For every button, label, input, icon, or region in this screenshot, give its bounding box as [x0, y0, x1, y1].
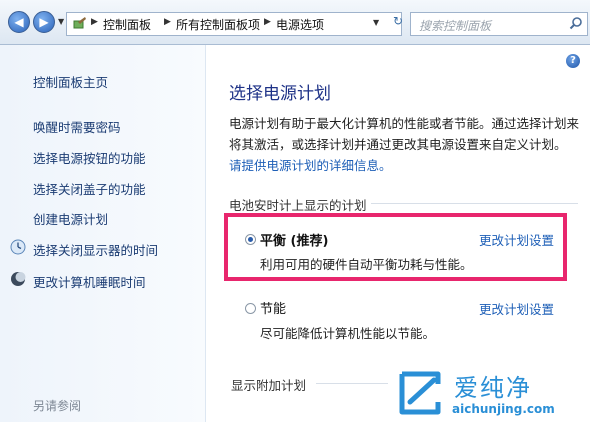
plan-balanced-radio[interactable]	[245, 234, 256, 245]
breadcrumb-power-options[interactable]: 电源选项	[276, 16, 324, 33]
breadcrumb-separator[interactable]: ▶	[91, 17, 98, 27]
search-icon[interactable]	[569, 16, 583, 30]
page-title: 选择电源计划	[229, 84, 331, 104]
see-also-heading: 另请参阅	[33, 399, 82, 413]
plan-power-saver-description: 尽可能降低计算机性能以节能。	[260, 326, 436, 341]
sidebar-item-power-button[interactable]: 选择电源按钮的功能	[33, 148, 146, 167]
divider	[316, 383, 388, 384]
breadcrumb-separator[interactable]: ▶	[264, 17, 271, 27]
plan-power-saver-settings-link[interactable]: 更改计划设置	[479, 299, 554, 318]
watermark-text: 爱纯净	[454, 374, 532, 402]
plan-balanced-description: 利用可用的硬件自动平衡功耗与性能。	[260, 257, 473, 272]
plan-power-saver-name[interactable]: 节能	[260, 298, 286, 317]
sleep-moon-icon	[11, 272, 26, 286]
sidebar-item-create-plan[interactable]: 创建电源计划	[33, 209, 108, 228]
back-button[interactable]: ◀	[8, 11, 30, 33]
address-dropdown-icon[interactable]: ▼	[373, 18, 379, 27]
battery-plans-heading: 电池安时计上显示的计划	[229, 198, 367, 213]
recent-pages-dropdown-icon[interactable]: ▼	[58, 17, 64, 26]
help-icon[interactable]: ?	[566, 54, 580, 68]
sidebar: 控制面板主页 唤醒时需要密码 选择电源按钮的功能 选择关闭盖子的功能 创建电源计…	[0, 45, 206, 422]
breadcrumb-control-panel[interactable]: 控制面板	[103, 16, 151, 33]
watermark-url: aichunjing.com	[452, 402, 555, 416]
breadcrumb[interactable]: ▶ 控制面板 ▶ 所有控制面板项 ▶ 电源选项 ▼	[66, 12, 402, 36]
description-text: 电源计划有助于最大化计算机的性能或者节能。通过选择计划来将其激活，或选择计划并通…	[229, 116, 580, 152]
watermark: 爱纯净 aichunjing.com	[392, 366, 590, 422]
plan-power-saver-radio[interactable]	[245, 303, 256, 314]
forward-button[interactable]: ▶	[33, 11, 55, 33]
breadcrumb-separator[interactable]: ▶	[164, 17, 171, 27]
sidebar-item-sleep-time[interactable]: 更改计算机睡眠时间	[33, 272, 146, 291]
sidebar-item-display-timeout[interactable]: 选择关闭显示器的时间	[33, 240, 158, 259]
additional-plans-toggle[interactable]: 显示附加计划	[231, 375, 306, 394]
search-input[interactable]: 搜索控制面板	[410, 12, 588, 36]
sidebar-item-require-password[interactable]: 唤醒时需要密码	[33, 117, 121, 136]
sidebar-item-control-panel-home[interactable]: 控制面板主页	[33, 72, 108, 91]
plan-details-link[interactable]: 请提供电源计划的详细信息。	[229, 158, 392, 173]
address-bar: ◀ ▶ ▼ ▶ 控制面板 ▶ 所有控制面板项 ▶ 电源选项 ▼ ↻ 搜索控制面板	[0, 0, 590, 45]
divider	[371, 203, 578, 204]
watermark-logo-icon	[399, 371, 441, 415]
plan-balanced-name[interactable]: 平衡 (推荐)	[260, 230, 328, 249]
page-description: 电源计划有助于最大化计算机的性能或者节能。通过选择计划来将其激活，或选择计划并通…	[229, 113, 579, 176]
sidebar-item-close-lid[interactable]: 选择关闭盖子的功能	[33, 179, 146, 198]
breadcrumb-all-items[interactable]: 所有控制面板项	[176, 16, 260, 33]
refresh-icon[interactable]: ↻	[389, 14, 407, 32]
plan-balanced-settings-link[interactable]: 更改计划设置	[479, 230, 554, 249]
control-panel-icon	[73, 17, 86, 29]
display-clock-icon	[10, 239, 26, 255]
search-placeholder: 搜索控制面板	[419, 19, 492, 33]
